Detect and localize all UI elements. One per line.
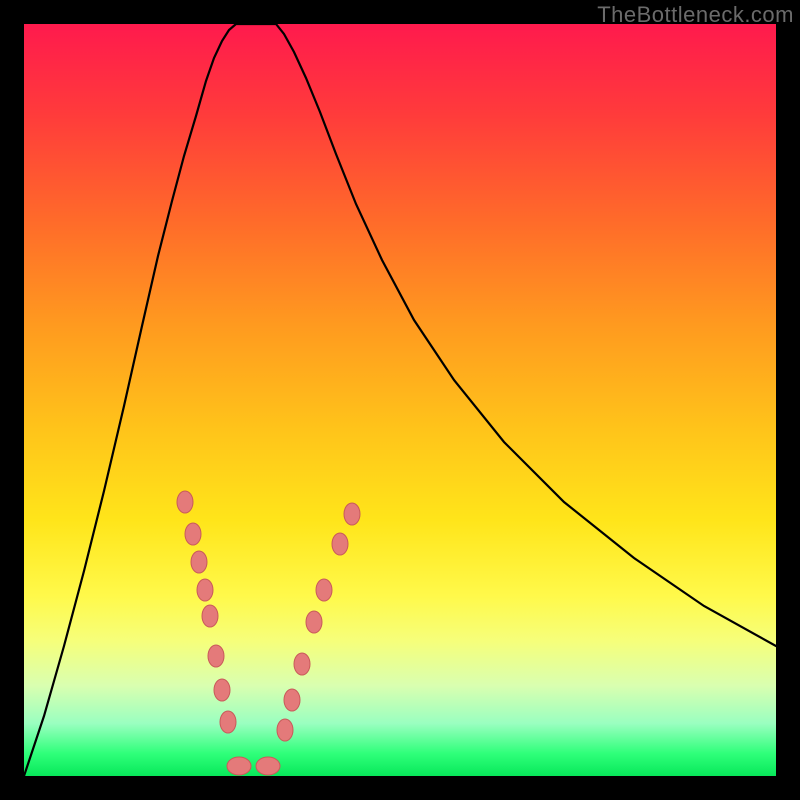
curve-group	[24, 24, 776, 776]
bottleneck-curve	[24, 24, 776, 776]
watermark-text: TheBottleneck.com	[597, 2, 794, 28]
curve-marker	[284, 689, 300, 711]
curve-marker	[214, 679, 230, 701]
curve-marker	[227, 757, 251, 775]
curve-marker	[202, 605, 218, 627]
curve-marker	[185, 523, 201, 545]
curve-marker	[332, 533, 348, 555]
curve-marker	[197, 579, 213, 601]
curve-marker	[191, 551, 207, 573]
curve-marker	[316, 579, 332, 601]
chart-svg	[24, 24, 776, 776]
curve-marker	[177, 491, 193, 513]
curve-marker	[277, 719, 293, 741]
curve-marker	[220, 711, 236, 733]
curve-marker	[306, 611, 322, 633]
marker-group	[177, 491, 360, 775]
curve-marker	[344, 503, 360, 525]
curve-marker	[208, 645, 224, 667]
chart-frame	[24, 24, 776, 776]
curve-marker	[294, 653, 310, 675]
curve-marker	[256, 757, 280, 775]
